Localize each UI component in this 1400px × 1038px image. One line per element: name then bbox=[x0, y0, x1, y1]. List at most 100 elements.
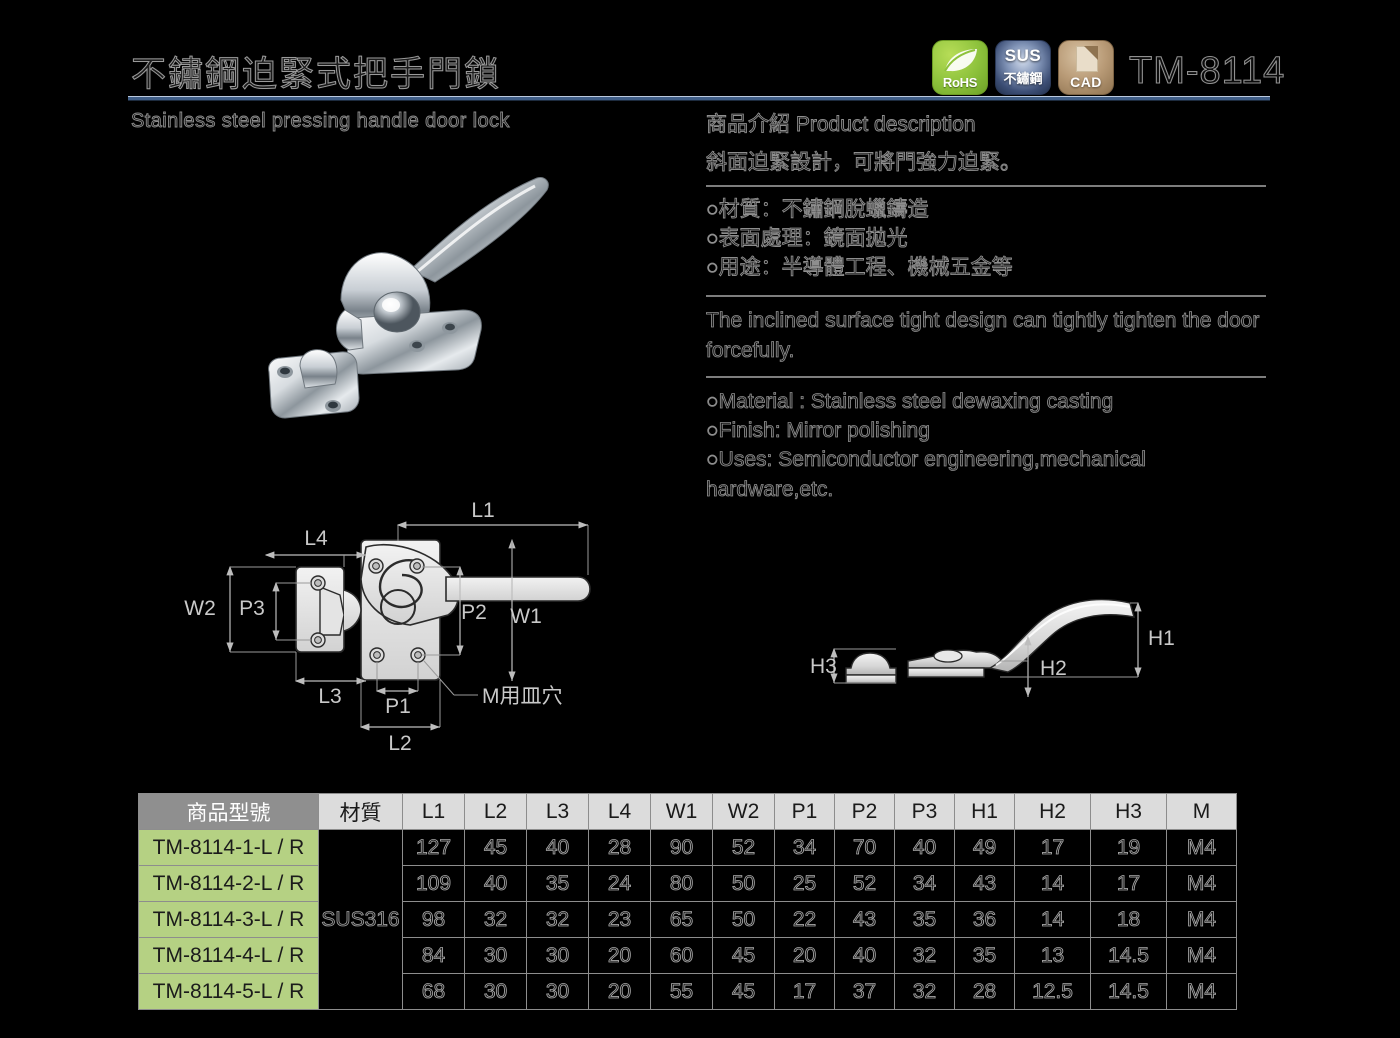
description-divider-2 bbox=[706, 294, 1266, 297]
table-cell-value: 20 bbox=[588, 973, 651, 1010]
table-cell-value: 13 bbox=[1014, 937, 1091, 974]
table-cell-value: 23 bbox=[588, 901, 651, 938]
table-cell-value: 43 bbox=[834, 901, 895, 938]
dim-label-p1: P1 bbox=[385, 695, 411, 718]
table-cell-value: M4 bbox=[1166, 901, 1237, 938]
dim-callout-countersink: M用皿穴 bbox=[482, 685, 563, 708]
table-cell-value: 30 bbox=[464, 937, 527, 974]
model-number: TM-8114 bbox=[1128, 49, 1286, 92]
description-lead-english: The inclined surface tight design can ti… bbox=[706, 308, 1260, 362]
bullet-finish-chinese: ○表面處理：鏡面拋光 bbox=[706, 226, 909, 251]
table-cell-value: 32 bbox=[526, 901, 589, 938]
bullet-material-chinese: ○材質：不鏽鋼脫蠟鑄造 bbox=[706, 198, 930, 222]
table-cell-value: M4 bbox=[1166, 937, 1237, 974]
dim-label-w2: W2 bbox=[184, 597, 216, 620]
table-cell-value: 49 bbox=[954, 829, 1015, 866]
dim-label-h3: H3 bbox=[810, 655, 837, 678]
title-divider bbox=[128, 96, 1270, 101]
table-cell-value: 30 bbox=[526, 937, 589, 974]
table-cell-model: TM-8114-4-L / R bbox=[138, 937, 319, 974]
table-cell-value: 40 bbox=[894, 829, 955, 866]
table-cell-value: 65 bbox=[650, 901, 713, 938]
table-cell-value: 28 bbox=[954, 973, 1015, 1010]
column-header-l2: L2 bbox=[464, 793, 527, 830]
table-cell-value: 28 bbox=[588, 829, 651, 866]
table-cell-value: 52 bbox=[712, 829, 775, 866]
column-header-l3: L3 bbox=[526, 793, 589, 830]
page-title-english: Stainless steel pressing handle door loc… bbox=[131, 110, 510, 133]
table-cell-value: 18 bbox=[1090, 901, 1167, 938]
table-cell-value: 34 bbox=[894, 865, 955, 902]
table-cell-model: TM-8114-3-L / R bbox=[138, 901, 319, 938]
cad-badge: CAD bbox=[1058, 40, 1114, 95]
table-cell-value: 98 bbox=[402, 901, 465, 938]
table-cell-value: 24 bbox=[588, 865, 651, 902]
table-row: TM-8114-2-L / R 109 40 35 24 80 50 25 52 34 43 14 17… bbox=[138, 865, 1237, 902]
table-cell-value: 109 bbox=[402, 865, 465, 902]
side-view-drawing: H3 H2 H1 bbox=[810, 598, 1175, 697]
column-header-m: M bbox=[1166, 793, 1237, 830]
bullet-material-english: ○Material : Stainless steel dewaxing cas… bbox=[706, 389, 1114, 413]
table-row: TM-8114-4-L / R 84 30 30 20 60 45 20 40 32 35 13 14.… bbox=[138, 937, 1237, 974]
table-cell-value: 45 bbox=[712, 973, 775, 1010]
dim-label-h1: H1 bbox=[1148, 627, 1175, 650]
sus-badge-line1: SUS bbox=[1004, 46, 1042, 65]
table-cell-value: 30 bbox=[526, 973, 589, 1010]
dim-label-p2: P2 bbox=[461, 601, 487, 624]
column-header-h2: H2 bbox=[1014, 793, 1091, 830]
table-cell-value: 22 bbox=[774, 901, 835, 938]
description-heading: 商品介紹 Product description bbox=[706, 113, 977, 137]
dim-label-l4: L4 bbox=[304, 527, 328, 550]
table-cell-value: 43 bbox=[954, 865, 1015, 902]
table-row: TM-8114-5-L / R 68 30 30 20 55 45 17 37 32 28 12.5 1… bbox=[138, 973, 1237, 1010]
column-header-h1: H1 bbox=[954, 793, 1015, 830]
column-header-w1: W1 bbox=[650, 793, 713, 830]
table-cell-value: 36 bbox=[954, 901, 1015, 938]
table-cell-value: 20 bbox=[774, 937, 835, 974]
column-header-h3: H3 bbox=[1090, 793, 1167, 830]
table-cell-value: 45 bbox=[712, 937, 775, 974]
rohs-badge: RoHS bbox=[932, 40, 988, 95]
table-cell-value: M4 bbox=[1166, 865, 1237, 902]
table-cell-value: 14 bbox=[1014, 865, 1091, 902]
product-spec-sheet: 不鏽鋼迫緊式把手門鎖 Stainless steel pressing hand… bbox=[0, 0, 1400, 1038]
sus-badge-line2: 不鏽鋼 bbox=[1003, 71, 1043, 86]
column-header-material: 材質 bbox=[318, 793, 403, 830]
column-header-w2: W2 bbox=[712, 793, 775, 830]
table-row: TM-8114-1-L / R SUS316 127 45 40 28 90 52 34 70 40… bbox=[138, 829, 1237, 1010]
table-cell-material: SUS316 bbox=[318, 829, 403, 1010]
table-cell-value: 80 bbox=[650, 865, 713, 902]
bullet-uses-english: ○Uses: Semiconductor engineering,mechani… bbox=[706, 448, 1147, 501]
table-cell-value: 40 bbox=[834, 937, 895, 974]
table-cell-value: 17 bbox=[774, 973, 835, 1010]
table-cell-value: 40 bbox=[464, 865, 527, 902]
table-body: TM-8114-1-L / R SUS316 127 45 40 28 90 52 34 70 40… bbox=[138, 829, 1237, 1010]
table-cell-value: 50 bbox=[712, 865, 775, 902]
bullet-finish-english: ○Finish: Mirror polishing bbox=[706, 418, 931, 442]
table-cell-value: 35 bbox=[894, 901, 955, 938]
product-photo bbox=[268, 177, 549, 419]
table-cell-value: 19 bbox=[1090, 829, 1167, 866]
description-divider-3 bbox=[706, 375, 1266, 378]
table-cell-value: 30 bbox=[464, 973, 527, 1010]
table-cell-value: 70 bbox=[834, 829, 895, 866]
table-cell-value: 35 bbox=[526, 865, 589, 902]
table-cell-value: 50 bbox=[712, 901, 775, 938]
leaf-icon bbox=[944, 49, 977, 72]
table-cell-value: 14.5 bbox=[1090, 937, 1167, 974]
table-cell-value: 37 bbox=[834, 973, 895, 1010]
sus-badge: SUS 不鏽鋼 bbox=[995, 40, 1051, 95]
table-cell-value: 34 bbox=[774, 829, 835, 866]
rohs-badge-label: RoHS bbox=[942, 75, 978, 90]
table-cell-model: TM-8114-1-L / R bbox=[138, 829, 319, 866]
table-cell-value: 32 bbox=[464, 901, 527, 938]
table-cell-value: 45 bbox=[464, 829, 527, 866]
top-view-drawing: L1 L4 W2 P3 P2 W1 L3 P1 L2 M用皿穴 bbox=[184, 499, 591, 755]
certification-badges: RoHS SUS 不鏽鋼 CAD bbox=[932, 40, 1114, 95]
table-cell-value: 17 bbox=[1090, 865, 1167, 902]
table-row: TM-8114-3-L / R 98 32 32 23 65 50 22 43 35 36 14 18 M… bbox=[138, 901, 1237, 938]
dim-label-p3: P3 bbox=[239, 597, 265, 620]
table-cell-value: 12.5 bbox=[1014, 973, 1091, 1010]
table-cell-value: 127 bbox=[402, 829, 465, 866]
cad-badge-label: CAD bbox=[1070, 74, 1102, 90]
